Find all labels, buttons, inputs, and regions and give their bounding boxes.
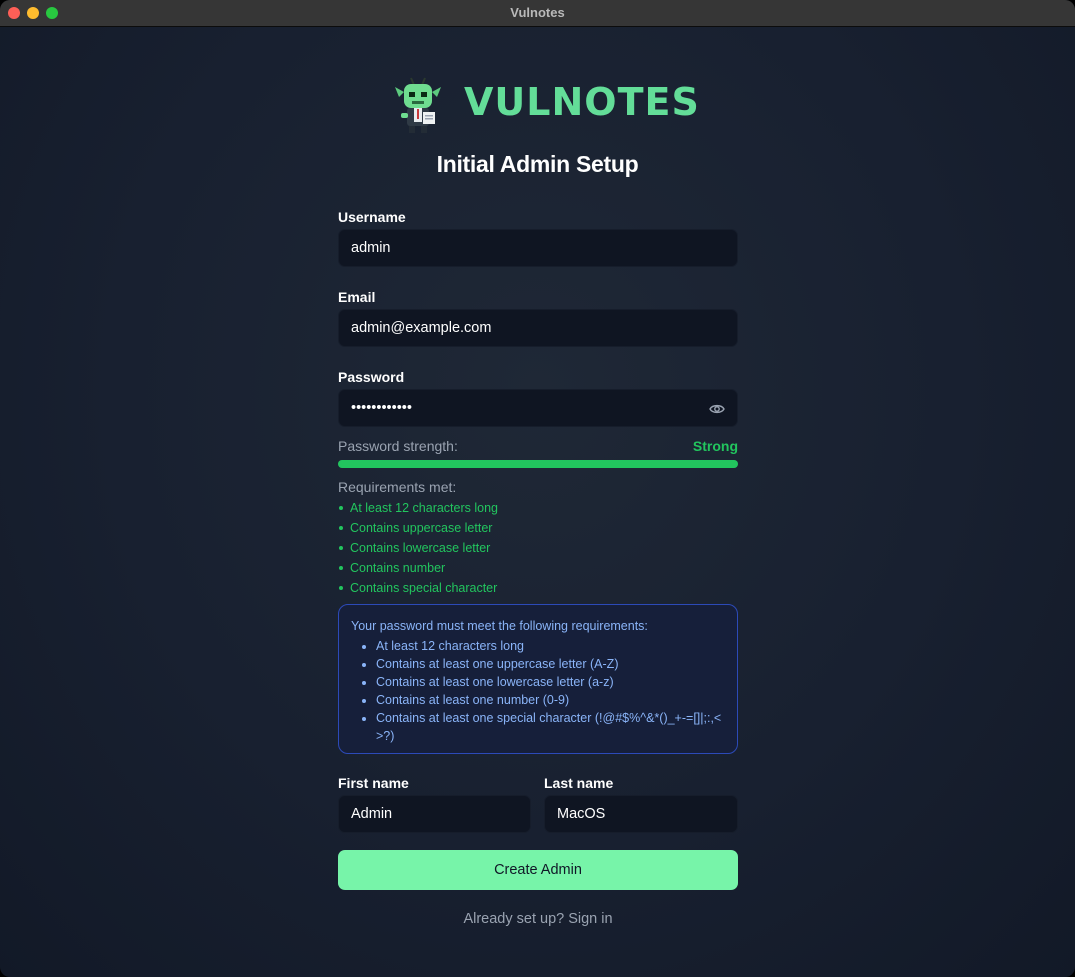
brand-logo: VULNOTES bbox=[392, 76, 699, 136]
requirements-met-list: At least 12 characters long Contains upp… bbox=[338, 500, 498, 600]
requirement-met-item: At least 12 characters long bbox=[338, 500, 498, 520]
requirement-met-item: Contains number bbox=[338, 560, 498, 580]
eye-icon[interactable] bbox=[709, 403, 725, 415]
title-bar[interactable]: Vulnotes bbox=[0, 0, 1075, 27]
info-requirement-item: Contains at least one lowercase letter (… bbox=[376, 673, 725, 691]
info-requirement-item: Contains at least one uppercase letter (… bbox=[376, 655, 725, 673]
password-strength-label: Password strength: bbox=[338, 438, 458, 454]
requirements-met-title: Requirements met: bbox=[338, 479, 457, 495]
info-requirement-item: Contains at least one number (0-9) bbox=[376, 691, 725, 709]
password-strength-bar bbox=[338, 460, 738, 468]
last-name-label: Last name bbox=[544, 775, 614, 791]
username-label: Username bbox=[338, 209, 406, 225]
password-label: Password bbox=[338, 369, 405, 385]
requirement-met-item: Contains lowercase letter bbox=[338, 540, 498, 560]
requirement-met-item: Contains uppercase letter bbox=[338, 520, 498, 540]
password-requirements-info: Your password must meet the following re… bbox=[338, 604, 738, 754]
email-input[interactable]: admin@example.com bbox=[338, 309, 738, 347]
email-label: Email bbox=[338, 289, 376, 305]
app-window: Vulnotes VULNOTES Initial Admin Setup Us… bbox=[0, 0, 1075, 977]
info-requirement-item: At least 12 characters long bbox=[376, 637, 725, 655]
brand-name: VULNOTES bbox=[464, 80, 700, 124]
info-title: Your password must meet the following re… bbox=[351, 619, 648, 633]
page-title: Initial Admin Setup bbox=[436, 151, 639, 177]
password-value: •••••••••••• bbox=[351, 400, 412, 416]
window-title: Vulnotes bbox=[510, 5, 565, 20]
first-name-input[interactable]: Admin bbox=[338, 795, 531, 833]
info-requirements-list: At least 12 characters long Contains at … bbox=[351, 637, 725, 745]
goblin-mascot-icon bbox=[395, 77, 441, 133]
requirement-met-item: Contains special character bbox=[338, 580, 498, 600]
password-input[interactable]: •••••••••••• bbox=[338, 389, 738, 427]
username-input[interactable]: admin bbox=[338, 229, 738, 267]
create-admin-button[interactable]: Create Admin bbox=[338, 850, 738, 890]
sign-in-link[interactable]: Already set up? Sign in bbox=[338, 911, 738, 927]
password-strength-fill bbox=[338, 460, 738, 468]
info-requirement-item: Contains at least one special character … bbox=[376, 709, 725, 745]
last-name-input[interactable]: MacOS bbox=[544, 795, 738, 833]
password-strength-value: Strong bbox=[692, 438, 738, 454]
first-name-label: First name bbox=[338, 775, 409, 791]
